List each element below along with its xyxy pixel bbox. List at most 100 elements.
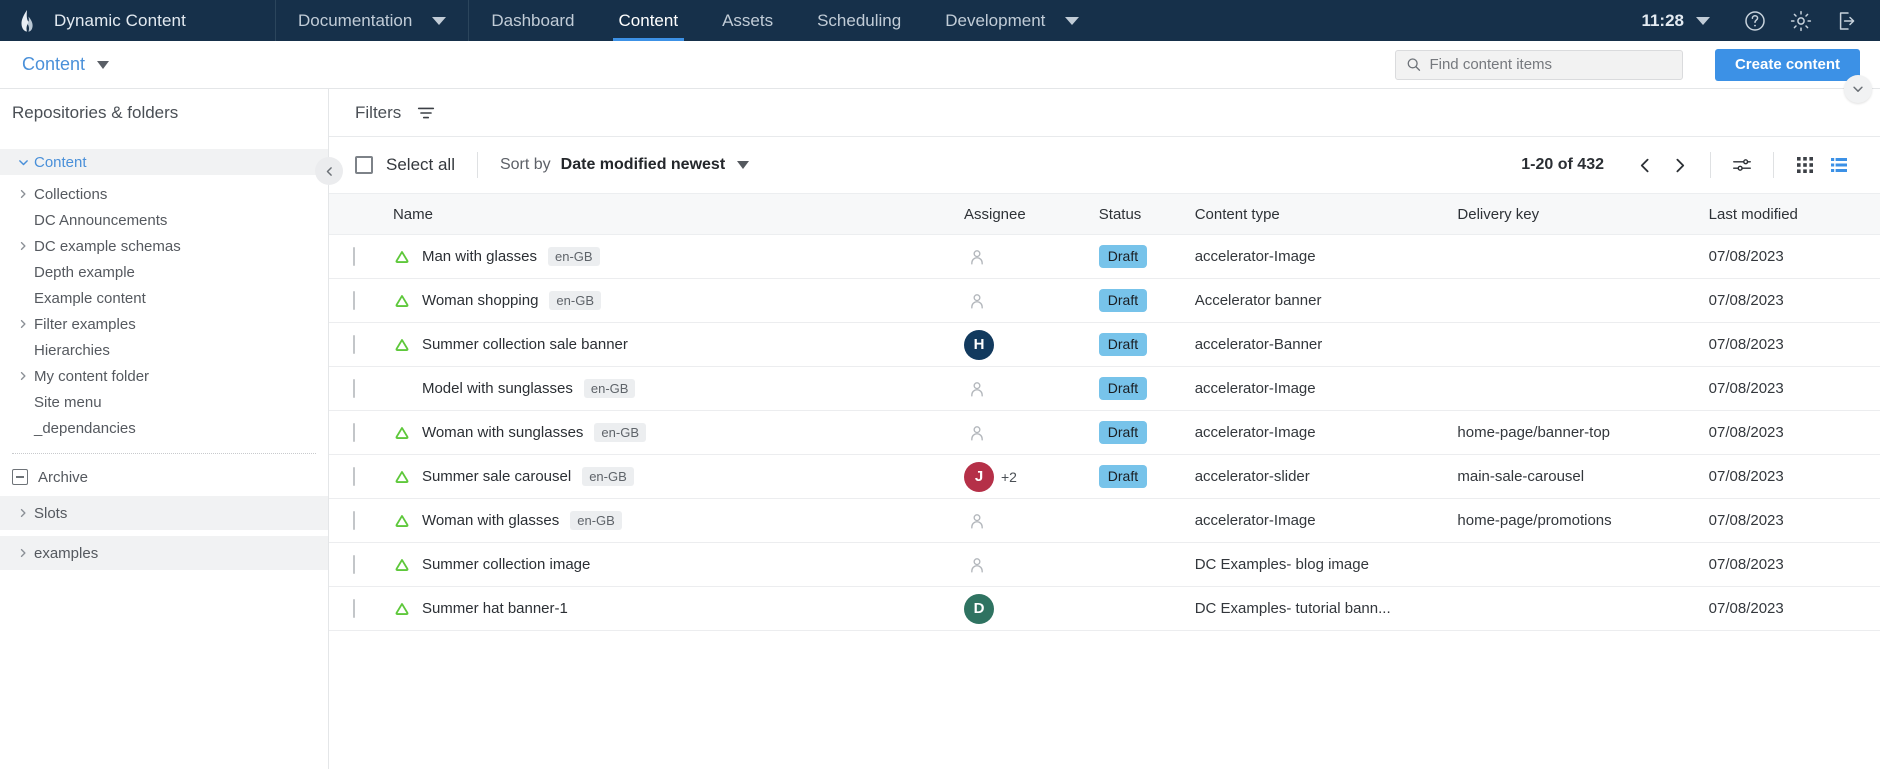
avatar-placeholder-icon xyxy=(964,288,990,314)
next-page-button[interactable] xyxy=(1662,148,1696,182)
content-item-name[interactable]: Summer hat banner-1 xyxy=(422,600,568,617)
toolbar-divider xyxy=(1773,152,1774,178)
table-row[interactable]: Woman with sunglasses en-GB Draft acceler… xyxy=(329,410,1880,455)
row-checkbox[interactable] xyxy=(353,379,355,398)
previous-page-button[interactable] xyxy=(1628,148,1662,182)
chevron-right-icon xyxy=(12,188,34,200)
select-all-label[interactable]: Select all xyxy=(386,155,455,175)
table-row[interactable]: Woman with glasses en-GB accelerator-Imag… xyxy=(329,498,1880,543)
content-item-name[interactable]: Woman with sunglasses xyxy=(422,424,583,441)
collapse-sidebar-button[interactable] xyxy=(315,157,343,185)
sidebar-divider xyxy=(12,453,316,454)
table-header-status[interactable]: Status xyxy=(1098,193,1195,235)
select-all-checkbox[interactable] xyxy=(355,156,373,174)
brand-home-link[interactable]: Dynamic Content xyxy=(0,0,276,41)
row-checkbox[interactable] xyxy=(353,511,355,530)
collapse-filters-button[interactable] xyxy=(1844,75,1872,103)
sidebar-item-depth-example[interactable]: Depth example xyxy=(0,259,328,285)
sidebar-item-example-content[interactable]: Example content xyxy=(0,285,328,311)
content-item-name[interactable]: Model with sunglasses xyxy=(422,380,573,397)
row-checkbox[interactable] xyxy=(353,247,355,266)
chevron-down-icon[interactable] xyxy=(1696,16,1710,25)
content-type-cloud-icon xyxy=(393,556,411,574)
row-name-cell: Summer hat banner-1 xyxy=(392,586,964,631)
nav-label-documentation: Documentation xyxy=(298,10,413,30)
row-checkbox[interactable] xyxy=(353,467,355,486)
chevron-down-icon[interactable] xyxy=(737,161,750,169)
table-header-last-modified[interactable]: Last modified xyxy=(1708,193,1880,235)
search-icon xyxy=(1407,58,1421,71)
list-view-button[interactable] xyxy=(1822,148,1856,182)
nav-item-development[interactable]: Development xyxy=(923,0,1101,41)
nav-label-development: Development xyxy=(945,10,1046,30)
avatar[interactable]: H xyxy=(964,329,994,360)
sidebar-item-slots[interactable]: Slots xyxy=(0,496,328,530)
filter-icon[interactable] xyxy=(415,102,437,124)
sidebar-item-site-menu[interactable]: Site menu xyxy=(0,389,328,415)
row-assignee-cell xyxy=(964,542,1099,587)
table-header-content-type[interactable]: Content type xyxy=(1194,193,1458,235)
row-checkbox[interactable] xyxy=(353,423,355,442)
table-row[interactable]: Summer sale carousel en-GB J +2 Draft acce… xyxy=(329,454,1880,499)
table-header-name[interactable]: Name xyxy=(392,193,964,235)
filters-label: Filters xyxy=(355,102,402,122)
grid-view-button[interactable] xyxy=(1788,148,1822,182)
display-settings-icon[interactable] xyxy=(1725,148,1759,182)
nav-item-dashboard[interactable]: Dashboard xyxy=(469,0,596,41)
repository-tree: Content Collections DC Announcements DC … xyxy=(0,149,328,441)
content-item-name[interactable]: Summer sale carousel xyxy=(422,468,571,485)
sidebar-item-dc-example-schemas[interactable]: DC example schemas xyxy=(0,233,328,259)
sidebar-item-dc-announcements[interactable]: DC Announcements xyxy=(0,207,328,233)
chevron-down-icon xyxy=(1065,16,1080,25)
table-row[interactable]: Model with sunglasses en-GB Draft acceler… xyxy=(329,366,1880,411)
sidebar-item-examples[interactable]: examples xyxy=(0,536,328,570)
row-assignee-cell xyxy=(964,498,1099,543)
help-icon[interactable] xyxy=(1732,0,1778,41)
nav-item-documentation[interactable]: Documentation xyxy=(276,0,470,41)
nav-item-assets[interactable]: Assets xyxy=(700,0,795,41)
sidebar-item-collections[interactable]: Collections xyxy=(0,181,328,207)
search-box[interactable] xyxy=(1394,49,1683,80)
row-checkbox[interactable] xyxy=(353,335,355,354)
nav-item-scheduling[interactable]: Scheduling xyxy=(795,0,923,41)
row-content-type-cell: accelerator-Image xyxy=(1194,234,1458,279)
avatar-placeholder-icon xyxy=(964,552,990,578)
row-checkbox[interactable] xyxy=(353,555,355,574)
row-checkbox[interactable] xyxy=(353,599,355,618)
table-row[interactable]: Summer hat banner-1 D DC Examples- tutor… xyxy=(329,586,1880,631)
nav-label-dashboard: Dashboard xyxy=(491,10,575,30)
breadcrumb[interactable]: Content xyxy=(22,54,110,75)
row-assignee-cell xyxy=(964,410,1099,455)
table-row[interactable]: Woman shopping en-GB Draft Accelerator ba… xyxy=(329,278,1880,323)
table-header-assignee[interactable]: Assignee xyxy=(964,193,1099,235)
content-item-name[interactable]: Woman with glasses xyxy=(422,512,559,529)
create-content-button[interactable]: Create content xyxy=(1714,48,1860,81)
search-input[interactable] xyxy=(1429,56,1672,73)
table-row[interactable]: Summer collection image DC Examples- blo… xyxy=(329,542,1880,587)
nav-item-content[interactable]: Content xyxy=(597,0,701,41)
sidebar-item-content[interactable]: Content xyxy=(0,149,328,175)
content-item-name[interactable]: Man with glasses xyxy=(422,248,537,265)
table-row[interactable]: Man with glasses en-GB Draft accelerator-… xyxy=(329,234,1880,279)
row-checkbox-cell xyxy=(329,366,393,411)
gear-icon[interactable] xyxy=(1778,0,1824,41)
row-checkbox-cell xyxy=(329,586,393,631)
sidebar-item-my-content-folder[interactable]: My content folder xyxy=(0,363,328,389)
logout-icon[interactable] xyxy=(1824,0,1870,41)
sidebar-item-archive[interactable]: Archive xyxy=(0,464,328,490)
content-item-name[interactable]: Woman shopping xyxy=(422,292,538,309)
sidebar-item-hierarchies[interactable]: Hierarchies xyxy=(0,337,328,363)
avatar[interactable]: D xyxy=(964,593,994,624)
row-name-cell: Man with glasses en-GB xyxy=(392,234,964,279)
avatar[interactable]: J xyxy=(964,461,994,492)
status-badge: Draft xyxy=(1098,421,1148,444)
table-row[interactable]: Summer collection sale banner H Draft ac… xyxy=(329,322,1880,367)
content-item-name[interactable]: Summer collection image xyxy=(422,556,590,573)
table-header-delivery-key[interactable]: Delivery key xyxy=(1457,193,1709,235)
sidebar-item-dependancies[interactable]: _dependancies xyxy=(0,415,328,441)
content-item-name[interactable]: Summer collection sale banner xyxy=(422,336,628,353)
sort-by-value[interactable]: Date modified newest xyxy=(561,156,725,174)
sidebar-item-filter-examples[interactable]: Filter examples xyxy=(0,311,328,337)
row-checkbox[interactable] xyxy=(353,291,355,310)
avatar-placeholder-icon xyxy=(964,244,990,270)
